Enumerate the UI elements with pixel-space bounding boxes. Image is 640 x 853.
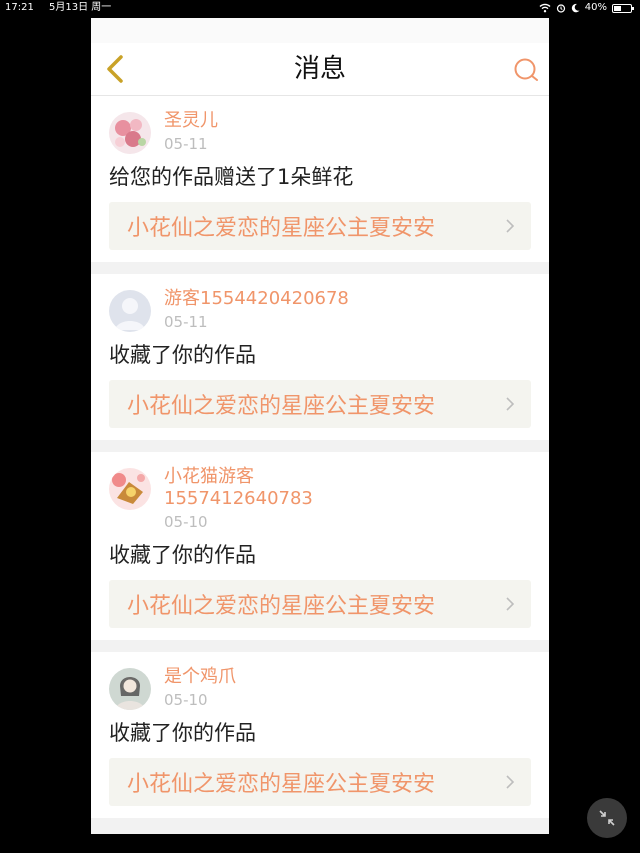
avatar[interactable]: [109, 290, 151, 332]
message-text: 收藏了你的作品: [109, 343, 256, 367]
user-name[interactable]: 小花猫游客 1557412640783: [164, 466, 313, 510]
message-text: 收藏了你的作品: [109, 543, 256, 567]
wifi-icon: [539, 3, 551, 13]
user-name[interactable]: 游客1554420420678: [164, 288, 349, 310]
message-header: 圣灵儿 05-11: [109, 110, 531, 154]
status-time: 17:21: [5, 2, 34, 13]
messages-screen: 消息 圣灵儿 05-11 给您的作品赠送了1朵鲜花 小花仙之爱恋的星座公主夏安安…: [91, 18, 549, 834]
message-card: 是个鸡爪 05-10 收藏了你的作品 小花仙之爱恋的星座公主夏安安: [91, 652, 549, 818]
work-link[interactable]: 小花仙之爱恋的星座公主夏安安: [109, 380, 531, 428]
chevron-right-icon: [506, 597, 515, 611]
user-info: 小花猫游客 1557412640783 05-10: [164, 466, 313, 532]
work-title: 小花仙之爱恋的星座公主夏安安: [127, 772, 436, 797]
chevron-right-icon: [506, 219, 515, 233]
search-icon[interactable]: [513, 57, 539, 83]
avatar[interactable]: [109, 468, 151, 510]
user-name[interactable]: 是个鸡爪: [164, 666, 236, 688]
alarm-icon: [556, 4, 565, 13]
status-bar: 17:21 5月13日 周一 40%: [0, 0, 640, 16]
work-link[interactable]: 小花仙之爱恋的星座公主夏安安: [109, 202, 531, 250]
moon-icon: [571, 3, 580, 13]
message-card: 小花猫游客 1557412640783 05-10 收藏了你的作品 小花仙之爱恋…: [91, 452, 549, 640]
page-title: 消息: [293, 54, 346, 84]
status-right: 40%: [539, 0, 634, 16]
message-date: 05-10: [164, 691, 208, 709]
nav-bar: 消息: [91, 43, 549, 96]
avatar[interactable]: [109, 112, 151, 154]
user-info: 是个鸡爪 05-10: [164, 666, 236, 710]
battery-percent: 40%: [584, 2, 607, 13]
message-header: 游客1554420420678 05-11: [109, 288, 531, 332]
status-date: 5月13日 周一: [49, 2, 112, 13]
user-info: 游客1554420420678 05-11: [164, 288, 349, 332]
status-left: 17:21 5月13日 周一: [5, 0, 111, 16]
message-list: 圣灵儿 05-11 给您的作品赠送了1朵鲜花 小花仙之爱恋的星座公主夏安安 游客…: [91, 96, 549, 818]
user-name[interactable]: 圣灵儿: [164, 110, 218, 132]
top-strip: [91, 18, 549, 43]
avatar[interactable]: [109, 668, 151, 710]
message-date: 05-11: [164, 135, 208, 153]
chevron-right-icon: [506, 397, 515, 411]
exit-fullscreen-button[interactable]: [587, 798, 627, 838]
work-title: 小花仙之爱恋的星座公主夏安安: [127, 594, 436, 619]
work-title: 小花仙之爱恋的星座公主夏安安: [127, 394, 436, 419]
message-card: 圣灵儿 05-11 给您的作品赠送了1朵鲜花 小花仙之爱恋的星座公主夏安安: [91, 96, 549, 262]
message-header: 小花猫游客 1557412640783 05-10: [109, 466, 531, 532]
message-header: 是个鸡爪 05-10: [109, 666, 531, 710]
message-text: 给您的作品赠送了1朵鲜花: [109, 165, 354, 189]
message-card: 游客1554420420678 05-11 收藏了你的作品 小花仙之爱恋的星座公…: [91, 274, 549, 440]
user-info: 圣灵儿 05-11: [164, 110, 218, 154]
chevron-right-icon: [506, 775, 515, 789]
work-link[interactable]: 小花仙之爱恋的星座公主夏安安: [109, 758, 531, 806]
collapse-arrows-icon: [599, 810, 615, 826]
message-text: 收藏了你的作品: [109, 721, 256, 745]
message-date: 05-11: [164, 313, 208, 331]
message-date: 05-10: [164, 513, 208, 531]
work-title: 小花仙之爱恋的星座公主夏安安: [127, 216, 436, 241]
battery-icon: [612, 3, 634, 13]
work-link[interactable]: 小花仙之爱恋的星座公主夏安安: [109, 580, 531, 628]
